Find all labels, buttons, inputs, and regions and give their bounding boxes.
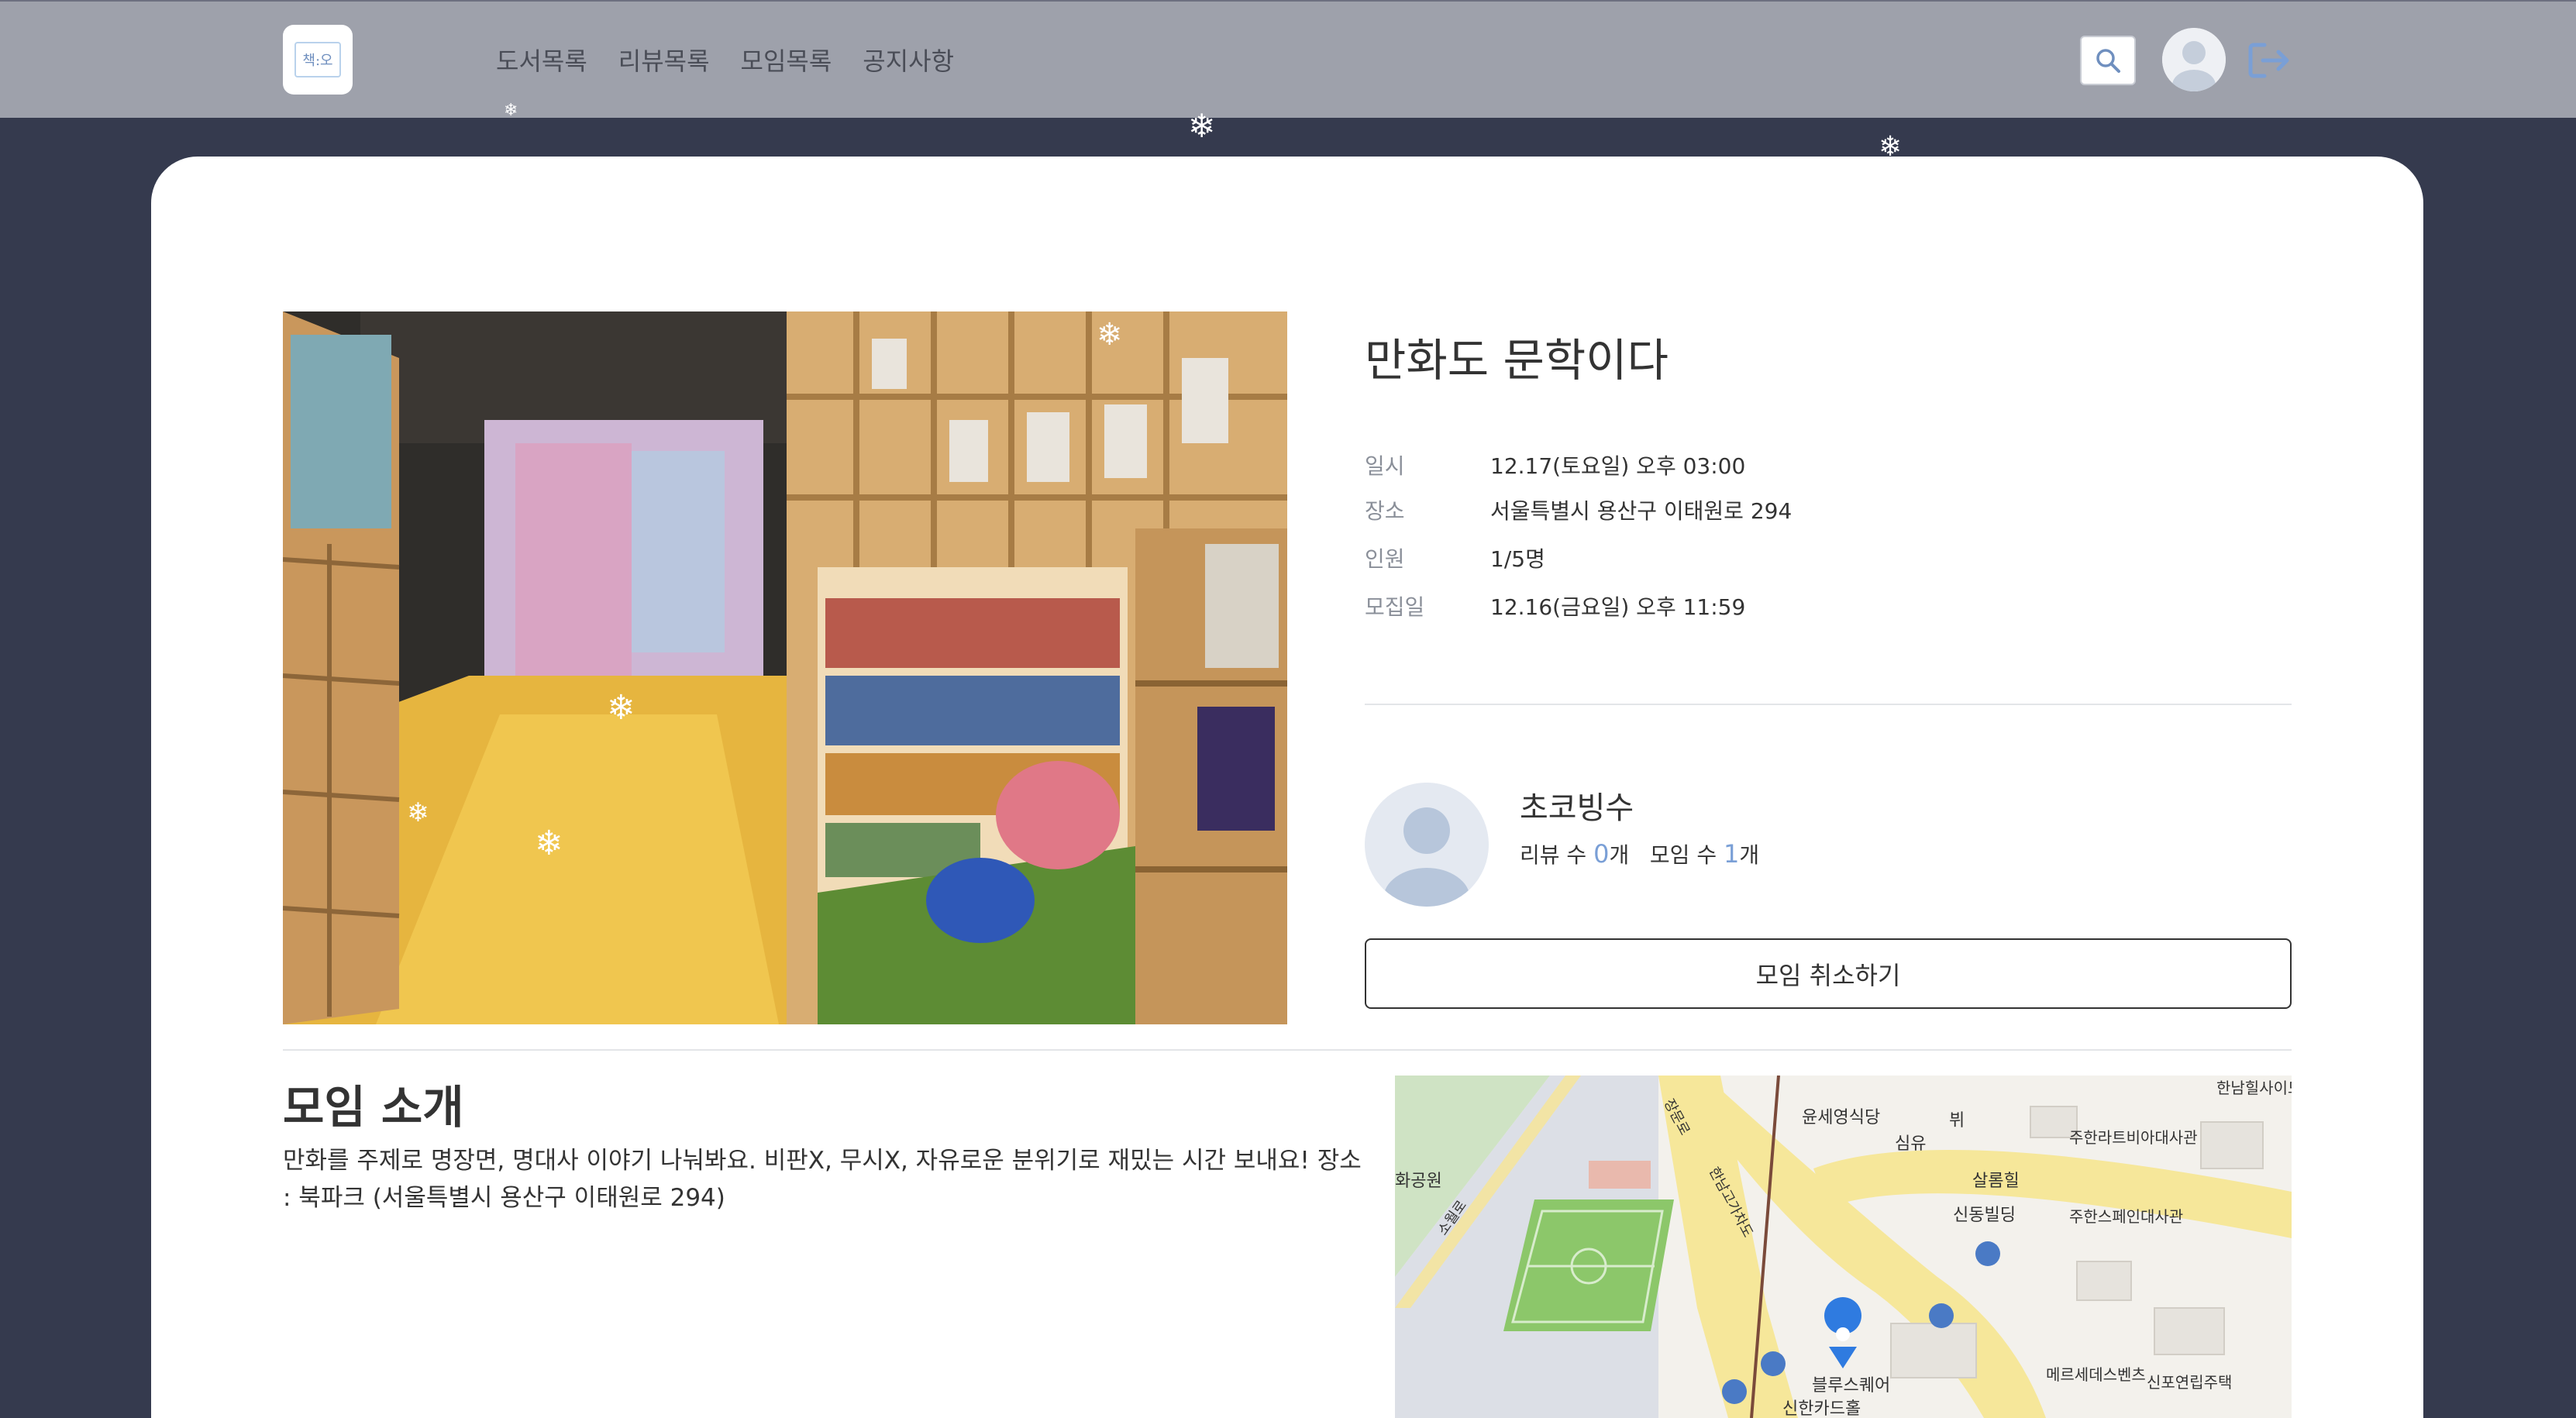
map-label: 한남힐사이드아파트 — [2216, 1079, 2292, 1097]
info-value: 서울특별시 용산구 이태원로 294 — [1490, 498, 1793, 524]
logo[interactable]: 책:오 — [283, 25, 353, 95]
user-avatar-icon — [1365, 783, 1489, 907]
meeting-photo: ❄ ❄ ❄ ❄ — [283, 311, 1287, 1024]
host-stats: 리뷰 수 0개 모임 수 1개 — [1520, 838, 1759, 869]
user-avatar[interactable] — [2162, 28, 2226, 91]
snowflake-icon: ❄ — [1097, 317, 1123, 353]
snowflake-icon: ❄ — [535, 824, 563, 863]
review-count: 0 — [1593, 839, 1610, 869]
map-label: 뷔 — [1949, 1111, 1965, 1131]
info-row-place: 장소 서울특별시 용산구 이태원로 294 — [1365, 494, 1792, 525]
host-avatar[interactable] — [1365, 783, 1489, 907]
main-nav: 도서목록 리뷰목록 모임목록 공지사항 — [496, 42, 954, 77]
intro-text: 만화를 주제로 명장면, 명대사 이야기 나눠봐요. 비판X, 무시X, 자유로… — [283, 1147, 1362, 1212]
map-label: 메르세데스벤츠 — [2046, 1365, 2146, 1384]
snowflake-icon: ❄ — [407, 797, 429, 828]
nav-item-notices[interactable]: 공지사항 — [863, 42, 954, 77]
search-button[interactable] — [2080, 36, 2136, 85]
meeting-count-label: 모임 수 — [1649, 842, 1717, 868]
info-value: 12.16(금요일) 오후 11:59 — [1490, 594, 1746, 620]
info-value: 1/5명 — [1490, 546, 1545, 572]
map-label: 윤세영식당 — [1802, 1108, 1881, 1127]
map-label: 블루스퀘어 — [1812, 1376, 1891, 1396]
map-label: 주한스페인대사관 — [2069, 1207, 2184, 1226]
cancel-meeting-button[interactable]: 모임 취소하기 — [1365, 938, 2292, 1009]
map-label: 화공원 — [1395, 1172, 1442, 1191]
review-count-label: 리뷰 수 — [1520, 842, 1587, 868]
map-label: 심유 — [1895, 1134, 1927, 1154]
search-icon — [2096, 49, 2120, 73]
meeting-title: 만화도 문학이다 — [1365, 334, 1669, 387]
meeting-count: 1 — [1724, 839, 1740, 869]
nav-item-books[interactable]: 도서목록 — [496, 42, 587, 77]
logout-button[interactable] — [2247, 40, 2292, 81]
info-label: 모집일 — [1365, 594, 1425, 620]
info-row-headcount: 인원 1/5명 — [1365, 542, 1545, 573]
info-row-date: 일시 12.17(토요일) 오후 03:00 — [1365, 449, 1745, 480]
intro-title: 모임 소개 — [283, 1081, 464, 1134]
info-label: 일시 — [1365, 453, 1405, 479]
snowflake-icon: ❄ — [504, 101, 518, 120]
logout-icon — [2248, 43, 2289, 78]
host-name[interactable]: 초코빙수 — [1520, 783, 1634, 828]
info-value: 12.17(토요일) 오후 03:00 — [1490, 453, 1746, 479]
info-row-deadline: 모집일 12.16(금요일) 오후 11:59 — [1365, 590, 1745, 621]
map-label: 신동빌딩 — [1953, 1206, 2016, 1225]
snowflake-icon: ❄ — [607, 688, 635, 728]
map-label: 살롬힐 — [1972, 1172, 2020, 1191]
nav-item-reviews[interactable]: 리뷰목록 — [618, 42, 710, 77]
logo-mark: 책:오 — [294, 42, 341, 77]
nav-item-meetings[interactable]: 모임목록 — [741, 42, 832, 77]
map-label: 신포연립주택 — [2147, 1373, 2233, 1392]
divider — [283, 1049, 2292, 1051]
map-label: 주한라트비아대사관 — [2069, 1128, 2198, 1147]
user-avatar-icon — [2162, 28, 2226, 91]
map-label: 신한카드홀 — [1782, 1399, 1861, 1418]
snowflake-icon: ❄ — [1188, 107, 1216, 145]
info-label: 인원 — [1365, 546, 1405, 572]
bookstore-image — [283, 311, 1287, 1024]
location-map[interactable]: 윤세영식당 심유 뷔 한남힐사이드아파트 주한라트비아대사관 살롬힐 신동빌딩 … — [1395, 1076, 2292, 1418]
count-suffix: 개 — [1739, 842, 1760, 868]
header: 책:오 도서목록 리뷰목록 모임목록 공지사항 — [0, 0, 2576, 118]
divider — [1365, 704, 2292, 705]
info-label: 장소 — [1365, 498, 1405, 524]
count-suffix: 개 — [1609, 842, 1630, 868]
